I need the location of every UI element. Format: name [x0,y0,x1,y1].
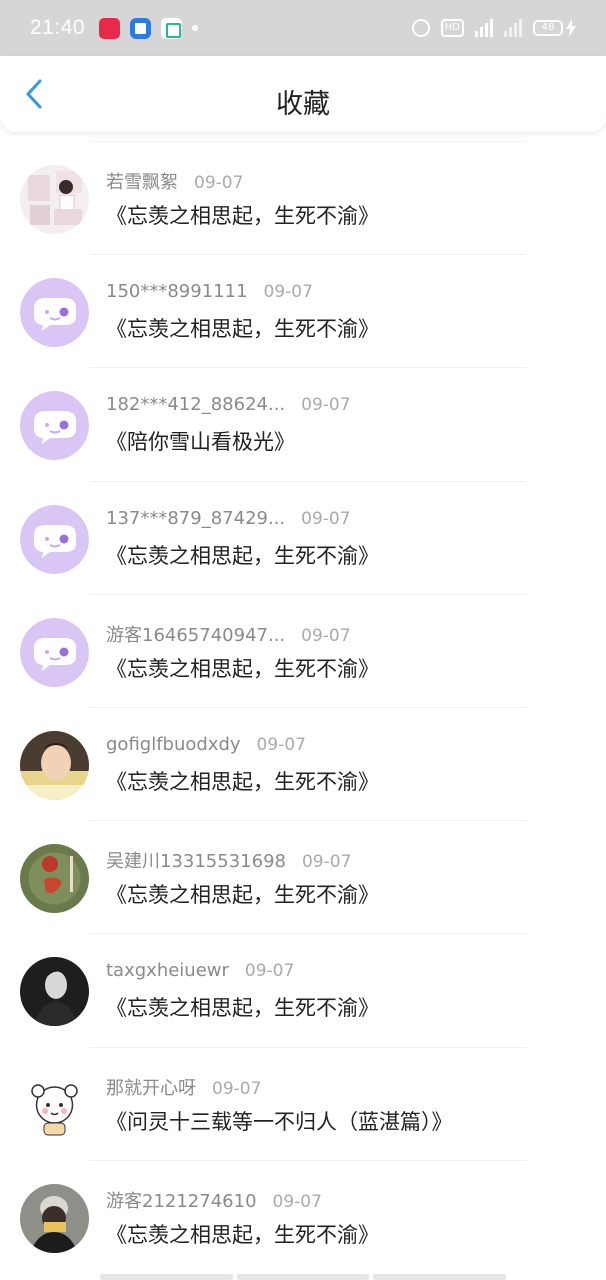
status-bar: 21:40 HD 48 [0,0,606,56]
work-title[interactable]: 《忘羡之相思起，生死不渝》 [106,653,379,683]
avatar[interactable] [20,165,89,234]
work-title[interactable]: 《忘羡之相思起，生死不渝》 [106,879,379,909]
avatar[interactable] [20,844,89,914]
user-name: 150***8991111 [106,281,248,303]
work-title[interactable]: 《忘羡之相思起，生死不渝》 [106,540,379,570]
charging-icon [566,19,576,37]
favorite-date: 09-07 [244,961,295,982]
browser-notification-icon [130,17,152,39]
work-title[interactable]: 《陪你雪山看极光》 [106,426,295,456]
favorite-date: 09-07 [301,508,351,529]
work-title[interactable]: 《忘羡之相思起，生死不渝》 [106,766,379,796]
title-bar: 收藏 [0,56,606,132]
shopping-notification-icon [161,17,183,39]
favorite-item[interactable]: 150***8991111 09-07 《忘羡之相思起，生死不渝》 [0,251,606,364]
favorite-item[interactable]: 游客16465740947... 09-07 《忘羡之相思起，生死不渝》 [0,591,606,704]
avatar[interactable] [20,1070,89,1140]
favorite-date: 09-07 [301,625,351,646]
alarm-icon [411,19,430,37]
item-meta: 游客16465740947... 09-07 [106,621,351,647]
user-name: 游客16465740947... [106,624,286,646]
item-meta: 137***879_87429... 09-07 [106,508,351,529]
work-title[interactable]: 《问灵十三载等一不归人（蓝湛篇）》 [106,1106,453,1136]
user-name: taxgxheiuewr [106,960,229,982]
user-name: gofiglfbuodxdy [106,733,241,755]
favorite-item[interactable]: gofiglfbuodxdy 09-07 《忘羡之相思起，生死不渝》 [0,704,606,817]
bottom-scroll-indicator [100,1274,507,1280]
user-name: 137***879_87429... [106,507,286,529]
avatar[interactable] [20,957,89,1027]
favorite-date: 09-07 [272,1191,322,1212]
avatar[interactable] [20,617,89,687]
more-notifications-dot [192,25,199,31]
battery-level: 48 [533,20,563,36]
favorite-item[interactable]: 那就开心呀 09-07 《问灵十三载等一不归人（蓝湛篇）》 [0,1044,606,1157]
item-meta: 182***412_88624... 09-07 [106,394,351,415]
favorite-date: 09-07 [194,173,244,193]
item-meta: 游客2121274610 09-07 [106,1187,322,1213]
signal-icon [504,19,522,37]
favorite-item[interactable]: 182***412_88624... 09-07 《陪你雪山看极光》 [0,364,606,477]
avatar[interactable] [20,504,89,574]
favorite-date: 09-07 [256,734,306,755]
avatar[interactable] [20,278,89,348]
item-meta: 吴建川13315531698 09-07 [106,847,351,873]
favorite-date: 09-07 [301,852,352,873]
avatar[interactable] [20,391,89,461]
battery-icon: 48 [533,19,576,37]
signal-4g-icon [475,19,493,37]
item-meta: 150***8991111 09-07 [106,281,313,302]
item-meta: gofiglfbuodxdy 09-07 [106,734,306,755]
status-time: 21:40 [30,16,86,39]
favorite-date: 09-07 [212,1078,262,1099]
favorites-list: 若雪飘絮 09-07 《忘羡之相思起，生死不渝》 150***8991111 09-07… [0,138,606,1270]
user-name: 吴建川13315531698 [106,851,286,873]
favorite-item[interactable]: 游客2121274610 09-07 《忘羡之相思起，生死不渝》 [0,1157,606,1270]
avatar[interactable] [20,1183,89,1253]
app-notification-icon [99,17,121,39]
favorite-date: 09-07 [263,282,313,303]
favorite-item[interactable]: taxgxheiuewr 09-07 《忘羡之相思起，生死不渝》 [0,930,606,1043]
user-name: 182***412_88624... [106,394,286,416]
notification-icons [99,17,199,39]
user-name: 那就开心呀 [106,1077,196,1099]
item-meta: 若雪飘絮 09-07 [106,168,243,194]
item-meta: taxgxheiuewr 09-07 [106,960,294,981]
user-name: 游客2121274610 [106,1190,257,1212]
user-name: 若雪飘絮 [106,172,178,193]
system-indicators: HD 48 [411,19,576,37]
avatar[interactable] [20,730,89,800]
work-title[interactable]: 《忘羡之相思起，生死不渝》 [106,1219,379,1249]
item-meta: 那就开心呀 09-07 [106,1074,261,1100]
page-title: 收藏 [276,89,330,120]
work-title[interactable]: 《忘羡之相思起，生死不渝》 [106,200,379,230]
favorite-item[interactable]: 吴建川13315531698 09-07 《忘羡之相思起，生死不渝》 [0,817,606,930]
favorite-date: 09-07 [301,395,351,416]
favorite-item[interactable]: 137***879_87429... 09-07 《忘羡之相思起，生死不渝》 [0,478,606,591]
favorite-item[interactable]: 若雪飘絮 09-07 《忘羡之相思起，生死不渝》 [0,138,606,251]
work-title[interactable]: 《忘羡之相思起，生死不渝》 [106,992,379,1022]
hd-icon: HD [440,19,464,37]
work-title[interactable]: 《忘羡之相思起，生死不渝》 [106,313,379,343]
